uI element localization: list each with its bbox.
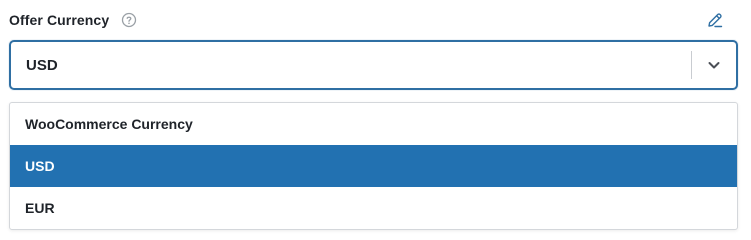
chevron-down-icon[interactable] <box>692 42 736 88</box>
option-woocommerce-currency[interactable]: WooCommerce Currency <box>10 103 737 145</box>
pencil-icon[interactable] <box>703 8 727 32</box>
question-circle-icon[interactable] <box>121 12 137 28</box>
field-label: Offer Currency <box>9 12 110 28</box>
selected-value: USD <box>26 56 58 74</box>
option-eur[interactable]: EUR <box>10 187 737 229</box>
currency-select[interactable]: USD <box>9 40 738 90</box>
currency-dropdown-menu: WooCommerce Currency USD EUR <box>9 102 738 230</box>
field-header: Offer Currency <box>9 8 727 32</box>
option-usd[interactable]: USD <box>10 145 737 187</box>
